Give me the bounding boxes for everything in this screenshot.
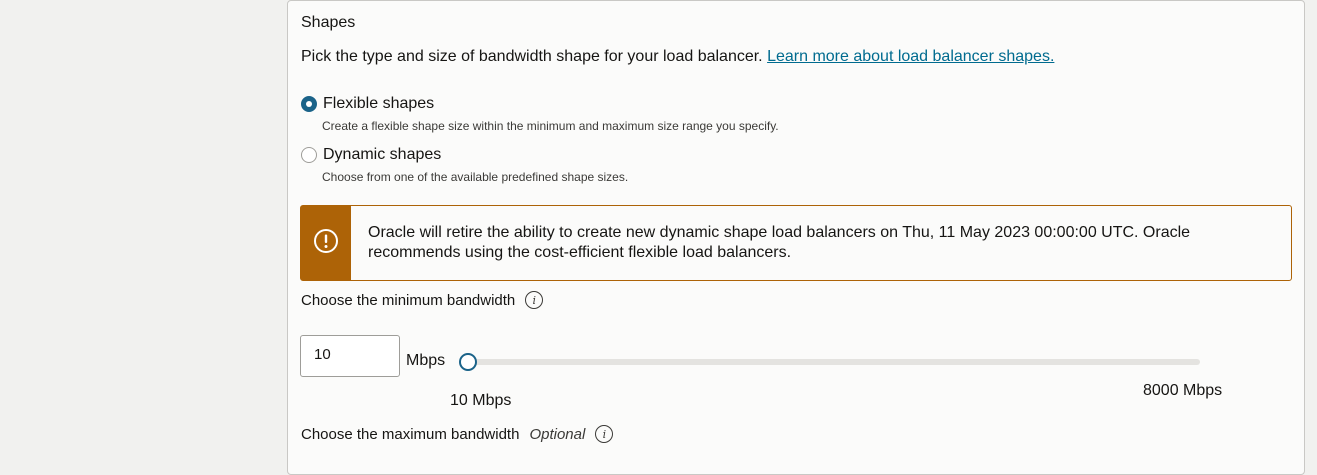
optional-tag: Optional <box>529 425 586 443</box>
radio-help-flexible: Create a flexible shape size within the … <box>322 119 779 133</box>
min-bandwidth-unit: Mbps <box>406 352 446 369</box>
learn-more-link[interactable]: Learn more about load balancer shapes. <box>767 48 1054 65</box>
section-title: Shapes <box>301 14 356 31</box>
info-icon[interactable]: i <box>595 425 614 443</box>
description-text: Pick the type and size of bandwidth shap… <box>301 48 763 65</box>
min-bandwidth-label-text: Choose the minimum bandwidth <box>301 291 516 309</box>
radio-flexible-shapes[interactable]: Flexible shapes <box>301 95 434 113</box>
max-bandwidth-label-text: Choose the maximum bandwidth <box>301 425 520 443</box>
min-bandwidth-slider-track[interactable] <box>460 359 1200 365</box>
alert-icon-bar <box>301 206 351 280</box>
radio-label-dynamic: Dynamic shapes <box>323 146 442 163</box>
radio-button-flexible[interactable] <box>301 96 317 112</box>
warning-icon <box>313 228 339 259</box>
radio-button-dynamic[interactable] <box>301 147 317 163</box>
slider-min-label: 10 Mbps <box>450 392 512 409</box>
min-bandwidth-input[interactable] <box>300 335 400 377</box>
radio-dynamic-shapes[interactable]: Dynamic shapes <box>301 146 441 164</box>
min-bandwidth-label: Choose the minimum bandwidth i <box>301 291 544 309</box>
warning-alert: Oracle will retire the ability to create… <box>300 205 1292 281</box>
info-icon[interactable]: i <box>525 291 544 309</box>
radio-help-dynamic: Choose from one of the available predefi… <box>322 170 629 184</box>
alert-message: Oracle will retire the ability to create… <box>368 224 1191 261</box>
shapes-panel: Shapes Pick the type and size of bandwid… <box>287 0 1305 475</box>
radio-label-flexible: Flexible shapes <box>323 95 435 112</box>
slider-max-label: 8000 Mbps <box>1143 382 1223 399</box>
min-bandwidth-slider-thumb[interactable] <box>459 353 477 371</box>
section-description: Pick the type and size of bandwidth shap… <box>301 48 1054 66</box>
max-bandwidth-label: Choose the maximum bandwidth Optional i <box>301 425 614 443</box>
